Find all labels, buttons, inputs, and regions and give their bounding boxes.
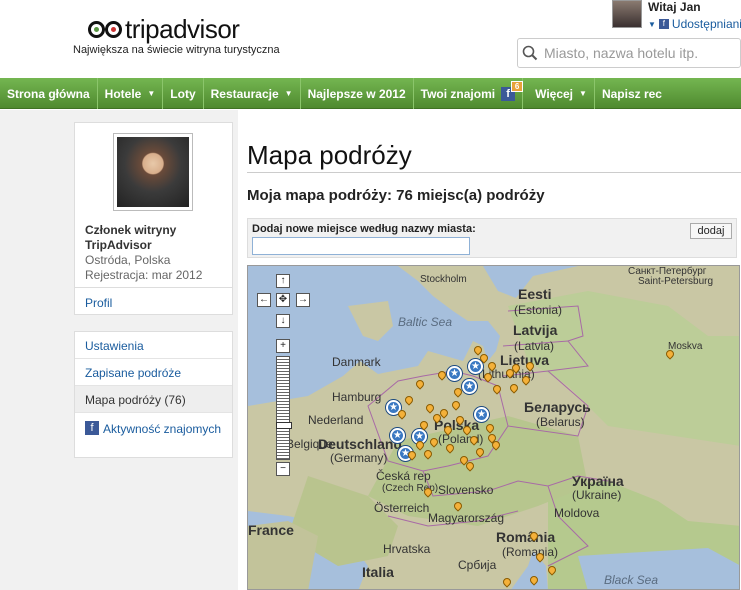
sidebar-menu: Ustawienia Zapisane podróże Mapa podróży… — [74, 331, 233, 458]
nav-write-review[interactable]: Napisz rec — [593, 78, 669, 109]
nav-more[interactable]: Więcej ▼ — [522, 78, 594, 109]
map-label-eesti: Eesti — [518, 286, 552, 302]
title-divider — [247, 172, 741, 173]
friends-badge: 6 — [511, 80, 524, 92]
pan-left-button[interactable]: ← — [257, 293, 271, 307]
tagline: Największa na świecie witryna turystyczn… — [73, 44, 280, 56]
member-title: Członek witryny TripAdvisor — [85, 223, 177, 252]
map-label-belarus: Беларусь — [524, 399, 591, 415]
map-label-belarus-en: (Belarus) — [536, 415, 585, 429]
add-place-label: Dodaj nowe miejsce według nazwy miasta: — [252, 223, 476, 235]
user-greeting: Witaj Jan — [648, 0, 701, 14]
page-subtitle: Moja mapa podróży: 76 miejsc(a) podróży — [247, 187, 545, 204]
nav-friends-label: Twoi znajomi — [420, 86, 496, 101]
map-label-hamburg: Hamburg — [332, 390, 382, 404]
page-title: Mapa podróży — [247, 140, 412, 170]
map-label-magyar: Magyarország — [428, 511, 505, 525]
map-label-latvia: (Latvia) — [514, 339, 555, 353]
nav-write-review-label: Napisz rec — [601, 86, 662, 101]
map-marker-star[interactable]: ★ — [447, 366, 462, 381]
map-label-romania: România — [496, 529, 556, 545]
pan-center-button[interactable]: ✥ — [276, 293, 290, 307]
map-label-italia: Italia — [362, 564, 394, 580]
search-box[interactable] — [517, 38, 741, 68]
sidebar-item-saved-trips[interactable]: Zapisane podróże — [75, 359, 232, 386]
map-label-danmark: Danmark — [332, 355, 381, 369]
search-input[interactable] — [544, 45, 724, 61]
map-label-srbija: Србија — [458, 558, 497, 572]
nav-restaurants[interactable]: Restauracje ▼ — [202, 78, 300, 109]
nav-friends[interactable]: Twoi znajomi f6 — [412, 78, 524, 109]
nav-more-label: Więcej — [535, 86, 574, 101]
add-place-form: Dodaj nowe miejsce według nazwy miasta: … — [247, 218, 737, 258]
friends-activity-label: Aktywność znajomych — [103, 422, 222, 436]
map-marker-star[interactable]: ★ — [474, 407, 489, 422]
map-label-ukraine: (Ukraine) — [572, 488, 622, 502]
member-location: Ostróda, Polska — [85, 253, 171, 267]
travel-map[interactable]: Санкт-Петербург Saint-Petersburg Stockho… — [247, 265, 740, 590]
owl-logo-icon — [88, 20, 122, 38]
map-label-romania-en: (Romania) — [502, 545, 559, 559]
map-label-lietuva: Lietuva — [500, 352, 550, 368]
zoom-out-button[interactable]: − — [276, 462, 290, 476]
map-label-france: France — [248, 522, 294, 538]
chevron-down-icon: ▼ — [147, 89, 156, 98]
map-label-belgique: Belgique — [286, 437, 333, 451]
map-label-germany: (Germany) — [330, 451, 388, 465]
map-label-stpete-en: Saint-Petersburg — [638, 276, 714, 287]
share-label: Udostępnianie — [671, 17, 741, 31]
map-label-latvija: Latvija — [513, 322, 558, 338]
map-label-ceska: Česká rep — [376, 469, 431, 483]
pan-up-button[interactable]: ↑ — [276, 274, 290, 288]
map-marker-star[interactable]: ★ — [462, 379, 477, 394]
map-marker-star[interactable]: ★ — [390, 428, 405, 443]
sidebar-item-settings[interactable]: Ustawienia — [75, 332, 232, 359]
map-label-baltic-sea: Baltic Sea — [398, 315, 453, 329]
map-label-moldova: Moldova — [554, 506, 600, 520]
tripadvisor-logo[interactable]: tripadvisor — [88, 12, 240, 46]
facebook-icon: f — [85, 421, 99, 435]
add-place-input[interactable] — [252, 237, 470, 255]
nav-hotels-label: Hotele — [104, 86, 142, 101]
profile-link[interactable]: Profil — [74, 287, 233, 315]
map-label-black-sea: Black Sea — [604, 573, 659, 587]
map-label-stockholm: Stockholm — [420, 274, 467, 285]
nav-restaurants-label: Restauracje — [210, 86, 279, 101]
nav-best-2012[interactable]: Najlepsze w 2012 — [299, 78, 413, 109]
user-menu[interactable]: Witaj Jan ▼ f Udostępnianie — [612, 0, 741, 31]
profile-card: Członek witryny TripAdvisor Ostróda, Pol… — [74, 122, 233, 288]
zoom-slider[interactable] — [276, 356, 290, 460]
map-label-estonia: (Estonia) — [514, 303, 563, 317]
share-menu[interactable]: ▼ f Udostępnianie — [648, 17, 741, 31]
map-label-ukraina: Україна — [572, 473, 624, 489]
chevron-down-icon: ▼ — [579, 89, 587, 98]
nav-best-label: Najlepsze w 2012 — [307, 86, 406, 101]
nav-hotels[interactable]: Hotele ▼ — [96, 78, 163, 109]
nav-flights-label: Loty — [170, 86, 196, 101]
zoom-slider-handle[interactable] — [276, 422, 292, 429]
map-label-hrvatska: Hrvatska — [383, 542, 431, 556]
chevron-down-icon: ▼ — [648, 19, 656, 29]
main-nav: Strona główna Hotele ▼ Loty Restauracje ▼ … — [0, 78, 741, 109]
nav-home[interactable]: Strona główna — [0, 78, 97, 109]
map-label-nederland: Nederland — [308, 413, 364, 427]
map-label-osterreich: Österreich — [374, 501, 430, 515]
nav-flights[interactable]: Loty — [162, 78, 202, 109]
facebook-icon: f — [658, 19, 669, 29]
pan-down-button[interactable]: ↓ — [276, 314, 290, 328]
chevron-down-icon: ▼ — [284, 89, 293, 98]
facebook-icon: f6 — [501, 80, 524, 101]
search-icon — [522, 45, 538, 61]
zoom-in-button[interactable]: + — [276, 339, 290, 353]
map-label-slovensko: Slovensko — [438, 483, 494, 497]
user-avatar[interactable] — [612, 0, 642, 28]
logo-text: tripadvisor — [125, 13, 240, 44]
sidebar-item-travel-map[interactable]: Mapa podróży (76) — [75, 386, 232, 413]
nav-home-label: Strona główna — [7, 86, 90, 101]
pan-right-button[interactable]: → — [296, 293, 310, 307]
add-place-button[interactable]: dodaj — [690, 223, 732, 239]
profile-avatar[interactable] — [113, 133, 193, 211]
member-registered: Rejestracja: mar 2012 — [85, 268, 203, 282]
sidebar-item-friends-activity[interactable]: f Aktywność znajomych — [75, 413, 232, 457]
